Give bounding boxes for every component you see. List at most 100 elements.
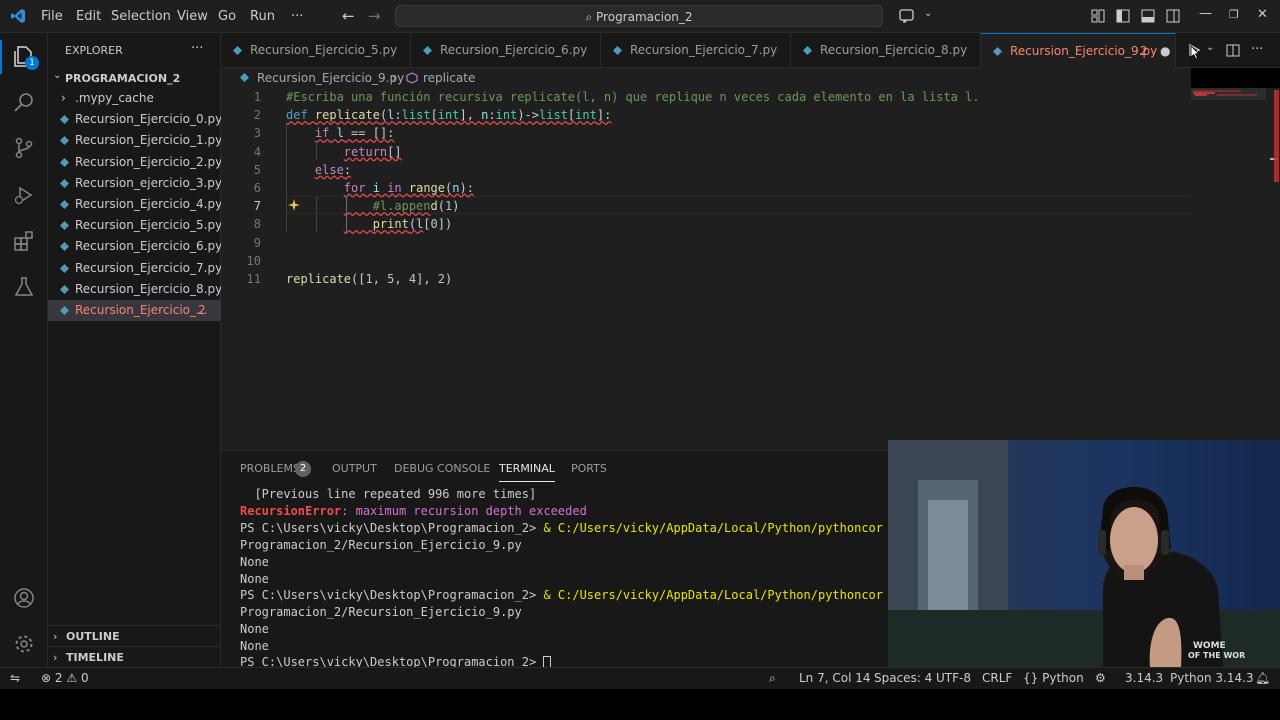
- copilot-chat-icon[interactable]: [899, 9, 915, 23]
- menu-selection[interactable]: Selection: [111, 9, 171, 24]
- sparkle-icon[interactable]: [288, 199, 300, 211]
- chevron-down-icon[interactable]: ⌄: [53, 70, 61, 81]
- command-center-search[interactable]: ⌕ Programacion_2: [395, 5, 883, 27]
- terminal-line: None: [240, 555, 269, 569]
- customize-layout-icon[interactable]: [1091, 9, 1105, 23]
- notifications-bell-icon[interactable]: 🔔︎: [1255, 668, 1270, 689]
- explorer-title: EXPLORER: [65, 44, 123, 57]
- tab-ports[interactable]: PORTS: [571, 462, 607, 475]
- menu-view[interactable]: View: [177, 9, 208, 24]
- breadcrumb-symbol[interactable]: replicate: [423, 68, 475, 88]
- problems-badge: 2: [295, 461, 311, 477]
- code-line: print(l[0]): [372, 217, 453, 232]
- python-file-icon: [60, 263, 69, 273]
- interpreter-version[interactable]: 3.14.3: [1125, 668, 1163, 689]
- tree-item-label: Recursion_Ejercicio_0.py: [75, 112, 223, 127]
- menu-run[interactable]: Run: [250, 9, 275, 24]
- tree-file[interactable]: Recursion_Ejercicio_5.py: [48, 215, 223, 236]
- code-line: #l.append(1): [343, 199, 460, 214]
- explorer-more-button[interactable]: ···: [191, 41, 203, 56]
- tree-file[interactable]: Recursion_Ejercicio_2.py: [48, 152, 222, 173]
- python-interpreter[interactable]: Python 3.14.3: [1170, 668, 1254, 689]
- tree-item-label: Recursion_Ejercicio_4.py: [75, 197, 223, 211]
- zoom-icon[interactable]: ⌕: [769, 668, 776, 689]
- tab-recursion-ejercicio-9-py[interactable]: Recursion_Ejercicio_9.py 2 ●: [981, 33, 1176, 68]
- tree-file[interactable]: Recursion_ejercicio_3.py: [48, 173, 222, 194]
- outline-section[interactable]: › OUTLINE: [48, 625, 221, 647]
- source-control-icon[interactable]: [12, 136, 36, 160]
- tab-label: Recursion_Ejercicio_8.py: [820, 43, 968, 57]
- back-arrow-icon[interactable]: ←: [342, 7, 355, 25]
- toggle-sidebar-icon[interactable]: [1116, 9, 1130, 23]
- settings-gear-icon[interactable]: [12, 632, 36, 656]
- code-editor[interactable]: 1 #Escriba una función recursiva replicat…: [221, 88, 1280, 450]
- split-editor-icon[interactable]: [1226, 44, 1240, 57]
- tab-recursion-ejercicio-8-py[interactable]: Recursion_Ejercicio_8.py: [791, 33, 981, 68]
- code-line: for i in range(n):: [343, 181, 474, 195]
- toggle-secondary-sidebar-icon[interactable]: [1166, 9, 1180, 23]
- menu-more[interactable]: ···: [291, 9, 303, 24]
- search-icon[interactable]: [12, 90, 36, 114]
- tree-file[interactable]: Recursion_Ejercicio_6.py: [48, 236, 222, 257]
- tab-recursion-ejercicio-6-py[interactable]: Recursion_Ejercicio_6.py: [411, 33, 601, 68]
- tab-terminal[interactable]: TERMINAL: [499, 462, 555, 482]
- tree-item-label: Recursion_Ejercicio_8.py: [75, 281, 223, 296]
- minimize-icon[interactable]: —: [1199, 6, 1212, 21]
- tree-file[interactable]: Recursion_Ejercicio_0.py: [48, 109, 223, 130]
- tab-problems[interactable]: PROBLEMS: [240, 462, 300, 475]
- breadcrumb-file[interactable]: Recursion_Ejercicio_9.py: [257, 68, 404, 88]
- line-number: 11: [246, 272, 261, 286]
- tree-file[interactable]: Recursion_Ejercicio_1.py: [48, 130, 222, 151]
- language-mode[interactable]: {} Python: [1023, 668, 1084, 689]
- tree-file[interactable]: Recursion_Ejercicio_... 2: [48, 300, 221, 321]
- tree-item-label: Recursion_Ejercicio_5.py: [75, 218, 223, 233]
- minimap[interactable]: [1191, 88, 1266, 450]
- terminal-line: PS C:\Users\vicky\Desktop\Programacion_2…: [240, 588, 883, 602]
- timeline-section[interactable]: › TIMELINE: [48, 646, 221, 668]
- menu-file[interactable]: File: [41, 9, 63, 24]
- tab-label: Recursion_Ejercicio_6.py: [440, 43, 588, 57]
- forward-arrow-icon[interactable]: →: [368, 7, 381, 25]
- testing-icon[interactable]: [12, 275, 36, 299]
- indentation[interactable]: Spaces: 4: [874, 668, 932, 689]
- chevron-right-icon: ›: [61, 91, 66, 105]
- unsaved-dot-icon[interactable]: ●: [1160, 34, 1170, 69]
- remote-indicator-icon[interactable]: ⇋: [10, 668, 20, 689]
- tab-debug-console[interactable]: DEBUG CONSOLE: [394, 462, 490, 475]
- cursor-position[interactable]: Ln 7, Col 14: [799, 668, 871, 689]
- restore-icon[interactable]: ❐: [1229, 8, 1239, 21]
- tree-item-label: .mypy_cache: [75, 91, 154, 105]
- active-indicator: [0, 40, 2, 74]
- line-number: 9: [253, 235, 261, 250]
- tab-recursion-ejercicio-5-py[interactable]: Recursion_Ejercicio_5.py: [221, 33, 411, 68]
- encoding[interactable]: UTF-8: [936, 668, 971, 689]
- python-file-icon: [60, 242, 69, 252]
- workspace-folder[interactable]: PROGRAMACION_2: [65, 72, 180, 85]
- mouse-cursor-icon: [1190, 45, 1200, 60]
- end-of-line[interactable]: CRLF: [982, 668, 1012, 689]
- account-icon[interactable]: [12, 586, 36, 610]
- chevron-down-icon[interactable]: ⌄: [924, 8, 932, 19]
- python-file-icon: [60, 221, 69, 231]
- run-debug-icon[interactable]: [12, 183, 36, 207]
- tab-recursion-ejercicio-7-py[interactable]: Recursion_Ejercicio_7.py: [601, 33, 791, 68]
- extensions-icon[interactable]: [12, 229, 36, 253]
- menu-go[interactable]: Go: [218, 9, 236, 24]
- tab-label: Recursion_Ejercicio_5.py: [250, 43, 398, 57]
- tab-output[interactable]: OUTPUT: [332, 462, 377, 475]
- tree-folder[interactable]: › .mypy_cache: [48, 88, 221, 109]
- python-file-icon: [613, 46, 622, 55]
- tree-file[interactable]: Recursion_Ejercicio_4.py: [48, 194, 223, 215]
- tree-file[interactable]: Recursion_Ejercicio_7.py: [48, 258, 222, 279]
- problems-status[interactable]: ⊗ 2 ⚠ 0: [41, 668, 89, 689]
- explorer-badge: 1: [25, 56, 39, 70]
- chevron-down-icon[interactable]: ⌄: [1206, 42, 1214, 53]
- terminal-line: None: [240, 639, 269, 653]
- more-actions-icon[interactable]: ···: [1251, 42, 1263, 57]
- menu-edit[interactable]: Edit: [76, 9, 101, 24]
- close-icon[interactable]: ✕: [1257, 7, 1268, 22]
- toggle-panel-icon[interactable]: [1141, 9, 1155, 23]
- tree-file[interactable]: Recursion_Ejercicio_8.py: [48, 279, 223, 300]
- python-env-icon[interactable]: ⚙: [1095, 668, 1106, 689]
- python-file-icon: [423, 46, 432, 55]
